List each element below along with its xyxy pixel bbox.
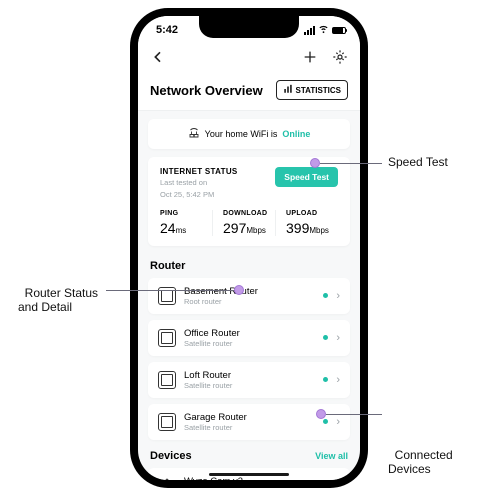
download-unit: Mbps bbox=[246, 226, 266, 235]
plus-icon[interactable] bbox=[302, 49, 318, 70]
bar-chart-icon bbox=[283, 84, 293, 96]
battery-icon bbox=[332, 27, 346, 34]
ping-label: PING bbox=[160, 210, 212, 217]
phone-frame: 5:42 bbox=[130, 8, 368, 488]
wifi-status-value: Online bbox=[282, 129, 310, 139]
router-box-icon bbox=[158, 413, 176, 431]
router-box-icon bbox=[158, 371, 176, 389]
home-indicator bbox=[209, 473, 289, 476]
annotation-connected-devices: Connected Devices bbox=[388, 406, 453, 476]
router-name: Basement Router bbox=[184, 286, 315, 297]
router-icon bbox=[188, 127, 200, 141]
device-name: Wyze Cam v3 bbox=[184, 476, 315, 481]
router-name: Office Router bbox=[184, 328, 315, 339]
page-header: Network Overview STATISTICS bbox=[138, 74, 360, 111]
status-dot bbox=[323, 419, 328, 424]
wifi-status-text: Your home WiFi is bbox=[205, 129, 278, 139]
chevron-right-icon: › bbox=[336, 480, 340, 481]
top-bar bbox=[138, 44, 360, 74]
download-label: DOWNLOAD bbox=[223, 210, 275, 217]
router-sub: Satellite router bbox=[184, 381, 315, 390]
statistics-button[interactable]: STATISTICS bbox=[276, 80, 348, 100]
upload-unit: Mbps bbox=[309, 226, 329, 235]
router-row[interactable]: Basement RouterRoot router › bbox=[148, 278, 350, 314]
chevron-right-icon: › bbox=[336, 416, 340, 428]
router-sub: Root router bbox=[184, 297, 315, 306]
upload-label: UPLOAD bbox=[286, 210, 338, 217]
page-title: Network Overview bbox=[150, 83, 263, 98]
wifi-status-banner: Your home WiFi is Online bbox=[148, 119, 350, 149]
chevron-right-icon: › bbox=[336, 332, 340, 344]
internet-status-heading: INTERNET STATUS bbox=[160, 167, 238, 176]
router-sub: Satellite router bbox=[184, 339, 315, 348]
download-value: 297 bbox=[223, 220, 246, 236]
chevron-right-icon: › bbox=[336, 374, 340, 386]
clock: 5:42 bbox=[156, 24, 178, 36]
internet-status-card: INTERNET STATUS Last tested on Oct 25, 5… bbox=[148, 157, 350, 246]
status-dot bbox=[323, 377, 328, 382]
upload-metric: UPLOAD 399Mbps bbox=[275, 210, 338, 236]
last-tested-line2: Oct 25, 5:42 PM bbox=[160, 190, 238, 200]
ping-unit: ms bbox=[176, 226, 187, 235]
router-name: Loft Router bbox=[184, 370, 315, 381]
devices-section-header: Devices View all bbox=[148, 446, 350, 468]
speed-test-button[interactable]: Speed Test bbox=[275, 167, 338, 187]
router-box-icon bbox=[158, 329, 176, 347]
signal-icon bbox=[304, 26, 315, 35]
upload-value: 399 bbox=[286, 220, 309, 236]
annotation-router-status: Router Status and Detail bbox=[18, 272, 98, 342]
status-dot bbox=[323, 335, 328, 340]
router-section-title: Router bbox=[148, 256, 350, 278]
status-dot bbox=[323, 293, 328, 298]
view-all-link[interactable]: View all bbox=[315, 451, 348, 461]
download-metric: DOWNLOAD 297Mbps bbox=[212, 210, 275, 236]
screen: 5:42 bbox=[138, 16, 360, 480]
back-icon[interactable] bbox=[150, 49, 166, 70]
annotation-speed-test: Speed Test bbox=[388, 155, 448, 169]
router-name: Garage Router bbox=[184, 412, 315, 423]
router-row[interactable]: Office RouterSatellite router › bbox=[148, 320, 350, 356]
content-scroll[interactable]: Your home WiFi is Online INTERNET STATUS… bbox=[138, 111, 360, 480]
statistics-label: STATISTICS bbox=[296, 86, 341, 95]
chevron-right-icon: › bbox=[336, 290, 340, 302]
router-sub: Satellite router bbox=[184, 423, 315, 432]
house-icon bbox=[158, 477, 176, 481]
wifi-icon bbox=[318, 23, 329, 37]
devices-section-title: Devices bbox=[150, 450, 192, 462]
last-tested-line1: Last tested on bbox=[160, 178, 238, 188]
gear-icon[interactable] bbox=[332, 49, 348, 70]
ping-metric: PING 24ms bbox=[160, 210, 212, 236]
router-row[interactable]: Loft RouterSatellite router › bbox=[148, 362, 350, 398]
notch bbox=[199, 16, 299, 38]
ping-value: 24 bbox=[160, 220, 176, 236]
